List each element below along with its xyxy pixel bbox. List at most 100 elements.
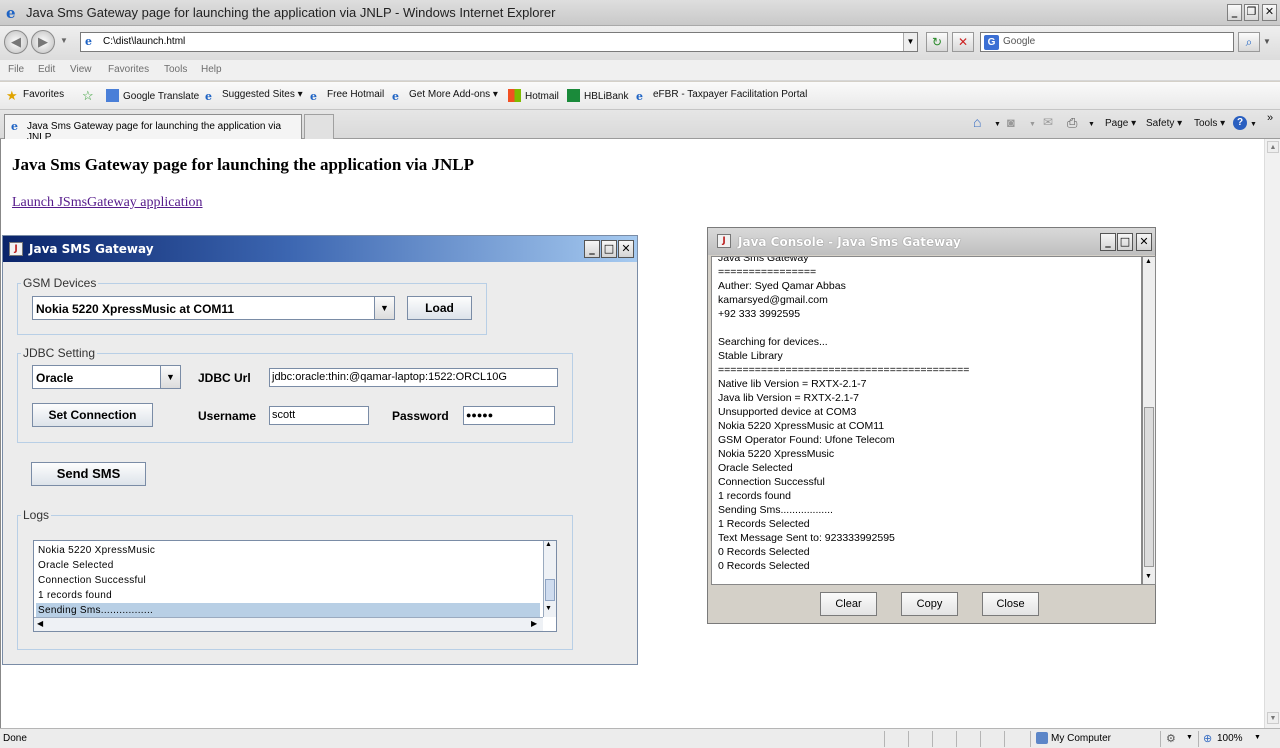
add-to-favorites-button[interactable]: ☆: [82, 89, 99, 102]
send-sms-button[interactable]: Send SMS: [31, 462, 146, 486]
address-bar[interactable]: e C:\dist\launch.html ▼: [80, 32, 918, 52]
console-close-button[interactable]: Close: [982, 592, 1039, 616]
menu-favorites[interactable]: Favorites: [108, 64, 149, 75]
load-button[interactable]: Load: [407, 296, 472, 320]
console-scrollbar[interactable]: ▲ ▼: [1142, 256, 1156, 585]
menu-help[interactable]: Help: [201, 64, 222, 75]
scroll-thumb[interactable]: [1144, 407, 1154, 567]
gsm-device-select[interactable]: Nokia 5220 XpressMusic at COM11 ▼: [32, 296, 395, 320]
page-menu[interactable]: Page ▾: [1105, 118, 1136, 129]
refresh-button[interactable]: ↻: [926, 32, 948, 52]
maximize-icon[interactable]: □: [1117, 233, 1133, 251]
scroll-left-icon[interactable]: ◀: [37, 619, 43, 628]
back-button[interactable]: ◀: [4, 30, 28, 54]
maximize-icon[interactable]: □: [601, 240, 617, 258]
log-item[interactable]: Connection Successful: [36, 573, 540, 588]
console-output[interactable]: Java Sms Gateway ================ Auther…: [711, 256, 1142, 585]
mail-icon[interactable]: ✉: [1043, 115, 1053, 129]
zoom-level[interactable]: 100%: [1217, 733, 1243, 744]
chevron-more-icon[interactable]: »: [1267, 112, 1273, 124]
new-tab-button[interactable]: [304, 114, 334, 139]
scroll-down-icon[interactable]: ▼: [545, 605, 552, 612]
tools-menu[interactable]: Tools ▾: [1194, 118, 1225, 129]
favorites-label: Favorites: [23, 89, 65, 100]
home-dropdown-icon[interactable]: ▼: [994, 121, 1001, 128]
fav-google-translate[interactable]: Google Translate: [106, 89, 199, 102]
search-options-icon[interactable]: ▼: [1263, 37, 1271, 46]
search-input[interactable]: G Google: [980, 32, 1234, 52]
zoom-icon[interactable]: ⊕: [1203, 732, 1212, 745]
log-item[interactable]: Nokia 5220 XpressMusic: [36, 543, 540, 558]
console-line: ========================================…: [718, 364, 970, 376]
help-icon[interactable]: ?: [1233, 116, 1247, 130]
menu-tools[interactable]: Tools: [164, 64, 187, 75]
safety-menu[interactable]: Safety ▾: [1146, 118, 1182, 129]
username-field[interactable]: scott: [269, 406, 369, 425]
scroll-up-icon[interactable]: ▲: [1145, 258, 1152, 265]
help-dropdown-icon[interactable]: ▼: [1250, 121, 1257, 128]
set-connection-button[interactable]: Set Connection: [32, 403, 153, 427]
favorites-button[interactable]: ★ Favorites: [6, 89, 64, 102]
console-copy-button[interactable]: Copy: [901, 592, 958, 616]
close-icon[interactable]: ✕: [618, 240, 634, 258]
history-dropdown-icon[interactable]: ▼: [60, 36, 68, 45]
db-type-select[interactable]: Oracle ▼: [32, 365, 181, 389]
scroll-down-icon[interactable]: ▼: [1145, 573, 1152, 580]
chevron-down-icon[interactable]: ▼: [160, 366, 180, 388]
console-clear-button[interactable]: Clear: [820, 592, 877, 616]
console-line: Java Sms Gateway: [718, 256, 809, 264]
print-dropdown-icon[interactable]: ▼: [1088, 121, 1095, 128]
minimize-icon[interactable]: _: [1100, 233, 1116, 251]
status-divider: [980, 731, 981, 747]
sms-gateway-title-bar[interactable]: J Java SMS Gateway _ □ ✕: [3, 236, 637, 262]
forward-button[interactable]: ▶: [31, 30, 55, 54]
protected-mode-icon[interactable]: ⚙: [1166, 732, 1176, 745]
jdbc-url-field[interactable]: jdbc:oracle:thin:@qamar-laptop:1522:ORCL…: [269, 368, 558, 387]
scroll-up-icon[interactable]: ▲: [545, 541, 552, 548]
feeds-dropdown-icon[interactable]: ▼: [1029, 121, 1036, 128]
fav-get-more-addons[interactable]: e Get More Add-ons ▾: [392, 89, 498, 103]
home-icon[interactable]: ⌂: [973, 114, 981, 130]
chevron-down-icon[interactable]: ▼: [1186, 734, 1193, 741]
ie-navigation-bar: ◀ ▶ ▼ e C:\dist\launch.html ▼ ↻ ✕ G Goog…: [0, 26, 1280, 60]
logs-hscrollbar[interactable]: ◀ ▶: [34, 617, 543, 631]
stop-button[interactable]: ✕: [952, 32, 974, 52]
console-line: +92 333 3992595: [718, 308, 801, 320]
logs-list[interactable]: Nokia 5220 XpressMusic Oracle Selected C…: [33, 540, 557, 632]
menu-edit[interactable]: Edit: [38, 64, 55, 75]
launch-link[interactable]: Launch JSmsGateway application: [12, 195, 203, 211]
log-item[interactable]: 1 records found: [36, 588, 540, 603]
fav-hbl-ibank[interactable]: HBLiBank: [567, 89, 628, 102]
feeds-icon[interactable]: ◙: [1007, 115, 1015, 130]
scroll-down-icon[interactable]: ▼: [1267, 712, 1279, 724]
print-icon[interactable]: ⎙: [1067, 115, 1077, 131]
fav-label: HBLiBank: [584, 91, 629, 102]
page-scrollbar[interactable]: ▲ ▼: [1264, 139, 1280, 728]
tab-active[interactable]: e Java Sms Gateway page for launching th…: [4, 114, 302, 143]
menu-file[interactable]: File: [8, 64, 24, 75]
minimize-icon[interactable]: _: [584, 240, 600, 258]
fav-hotmail[interactable]: Hotmail: [508, 89, 559, 102]
scroll-up-icon[interactable]: ▲: [1267, 141, 1279, 153]
status-divider: [884, 731, 885, 747]
address-dropdown-icon[interactable]: ▼: [903, 33, 917, 51]
close-icon[interactable]: ✕: [1262, 4, 1277, 21]
menu-view[interactable]: View: [70, 64, 92, 75]
logs-vscrollbar[interactable]: ▲ ▼: [543, 541, 556, 617]
log-item[interactable]: Oracle Selected: [36, 558, 540, 573]
close-icon[interactable]: ✕: [1136, 233, 1152, 251]
scroll-thumb[interactable]: [545, 579, 555, 601]
zoom-dropdown-icon[interactable]: ▼: [1254, 734, 1261, 741]
search-button[interactable]: ⌕: [1238, 32, 1260, 52]
minimize-icon[interactable]: _: [1227, 4, 1242, 21]
fav-suggested-sites[interactable]: e Suggested Sites ▾: [205, 89, 303, 103]
console-title-bar[interactable]: J Java Console - Java Sms Gateway _ □ ✕: [708, 228, 1155, 255]
log-item-selected[interactable]: Sending Sms.................: [36, 603, 540, 618]
fav-efbr[interactable]: e eFBR - Taxpayer Facilitation Portal: [636, 89, 807, 103]
chevron-down-icon[interactable]: ▼: [374, 297, 394, 319]
scroll-right-icon[interactable]: ▶: [531, 619, 537, 628]
fav-free-hotmail[interactable]: e Free Hotmail: [310, 89, 384, 103]
console-line: Connection Successful: [718, 476, 825, 488]
maximize-icon[interactable]: ❐: [1244, 4, 1259, 21]
password-field[interactable]: ●●●●●: [463, 406, 555, 425]
